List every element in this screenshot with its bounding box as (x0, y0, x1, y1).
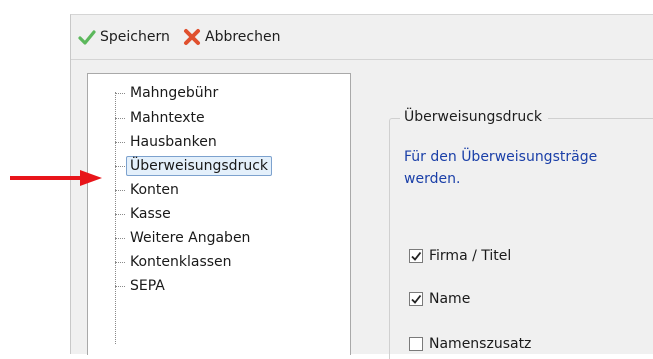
tree-connector (115, 189, 125, 191)
tree-connector (115, 141, 125, 143)
cross-icon (183, 28, 201, 46)
save-button-label: Speichern (100, 29, 170, 45)
tree-item-label: Konten (130, 182, 179, 198)
checkbox-label: Namenszusatz (429, 336, 532, 352)
settings-window: Speichern Abbrechen Mahngebühr Mahntexte… (70, 14, 653, 359)
checkbox-unchecked-icon[interactable] (409, 337, 423, 351)
tree-item-label: Weitere Angaben (130, 230, 251, 246)
checkbox-name[interactable]: Name (409, 289, 470, 309)
checkbox-checked-icon[interactable] (409, 249, 423, 263)
tree-connector (115, 92, 125, 94)
tree-item-weitere-angaben[interactable]: Weitere Angaben (115, 226, 254, 250)
tree-connector (115, 285, 125, 287)
settings-tree[interactable]: Mahngebühr Mahntexte Hausbanken Überweis… (87, 73, 351, 355)
tree-item-kasse[interactable]: Kasse (115, 202, 175, 226)
red-arrow-icon (10, 170, 102, 186)
tree-item-sepa[interactable]: SEPA (115, 274, 169, 298)
checkbox-firma-titel[interactable]: Firma / Titel (409, 246, 511, 266)
tree-item-label: SEPA (130, 278, 165, 294)
tree-item-label: Hausbanken (130, 134, 217, 150)
tree-item-label: Kontenklassen (130, 254, 232, 270)
checkbox-checked-icon[interactable] (409, 292, 423, 306)
tree-connector (115, 237, 125, 239)
tree-connector (115, 213, 125, 215)
tree-item-label: Überweisungsdruck (126, 156, 272, 176)
info-text-line: werden. (404, 171, 461, 187)
info-text: Für den Überweisungsträge werden. (404, 146, 653, 190)
tree-connector (115, 165, 125, 167)
info-text-line: Für den Überweisungsträge (404, 149, 598, 165)
save-button[interactable]: Speichern (78, 27, 170, 47)
tree-item-hausbanken[interactable]: Hausbanken (115, 130, 221, 154)
cancel-button-label: Abbrechen (205, 29, 281, 45)
tree-item-label: Kasse (130, 206, 171, 222)
tree-item-konten[interactable]: Konten (115, 178, 183, 202)
tree-item-kontenklassen[interactable]: Kontenklassen (115, 250, 236, 274)
tree-item-label: Mahntexte (130, 110, 205, 126)
checkbox-label: Name (429, 291, 471, 307)
checkbox-namenszusatz[interactable]: Namenszusatz (409, 334, 531, 354)
checkmark-icon (78, 28, 96, 46)
tree-item-mahngebuehr[interactable]: Mahngebühr (115, 81, 222, 105)
tree-connector (115, 261, 125, 263)
checkbox-label: Firma / Titel (429, 248, 512, 264)
cancel-button[interactable]: Abbrechen (183, 27, 280, 47)
tree-item-label: Mahngebühr (130, 85, 219, 101)
group-box-title: Überweisungsdruck (400, 107, 548, 127)
tree-connector (115, 117, 125, 119)
toolbar: Speichern Abbrechen (71, 15, 653, 60)
tree-item-mahntexte[interactable]: Mahntexte (115, 106, 209, 130)
tree-item-ueberweisungsdruck[interactable]: Überweisungsdruck (115, 154, 272, 178)
